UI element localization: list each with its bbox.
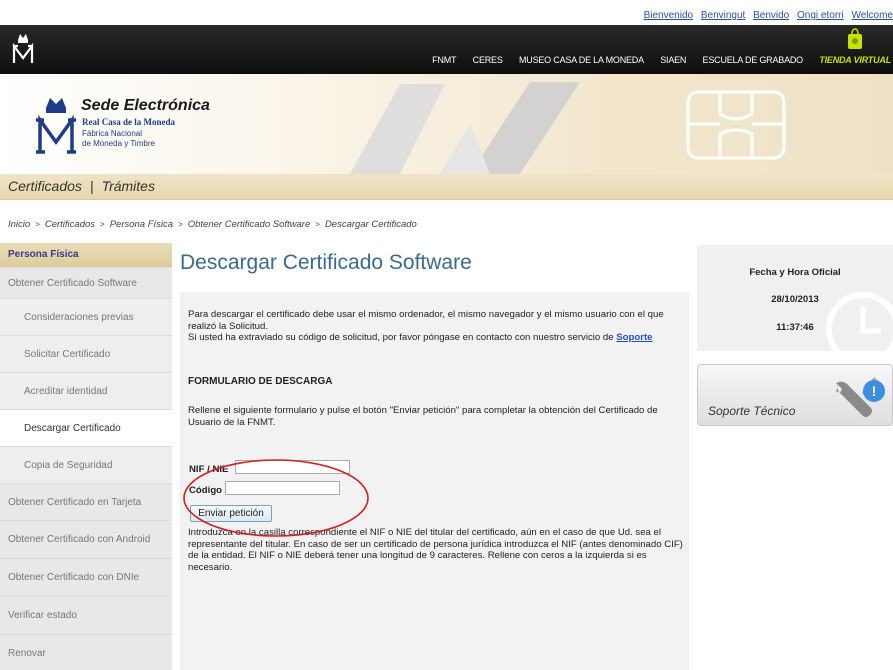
section-tramites[interactable]: Trámites — [102, 178, 155, 194]
language-bar: Bienvenido Benvingut Benvido Ongi etorri… — [639, 10, 893, 21]
nav-tienda-virtual[interactable]: TIENDA VIRTUAL — [819, 55, 891, 65]
breadcrumb-arrow-icon: > — [178, 220, 183, 229]
svg-text:!: ! — [872, 383, 877, 399]
breadcrumb-persona-fisica[interactable]: Persona Física — [110, 219, 173, 230]
code-label: Código — [189, 485, 223, 496]
nav-museo[interactable]: MUSEO CASA DE LA MONEDA — [519, 55, 644, 65]
sidebar-item-tarjeta[interactable]: Obtener Certificado en Tarjeta — [0, 483, 172, 520]
lang-eu[interactable]: Ongi etorri — [797, 10, 844, 21]
top-navigation-bar: FNMT CERES MUSEO CASA DE LA MONEDA SIAEN… — [0, 25, 893, 74]
sidebar-item-verificar[interactable]: Verificar estado — [0, 596, 172, 634]
official-time: 11:37:46 — [776, 322, 814, 333]
nav-escuela[interactable]: ESCUELA DE GRABADO — [703, 55, 804, 65]
intro-text: Para descargar el certificado debe usar … — [188, 309, 678, 344]
sidebar-item-obtener-software[interactable]: Obtener Certificado Software — [0, 267, 172, 298]
support-button[interactable]: Soporte Técnico ! — [697, 364, 893, 426]
support-link[interactable]: Soporte — [616, 332, 652, 343]
sidebar-item-dnie[interactable]: Obtener Certificado con DNIe — [0, 558, 172, 596]
nif-label: NIF / NIE — [189, 464, 229, 475]
official-date-box: Fecha y Hora Oficial 28/10/2013 11:37:46 — [697, 245, 893, 351]
page-title: Descargar Certificado Software — [180, 251, 472, 274]
sidebar-item-solicitar[interactable]: Solicitar Certificado — [0, 335, 172, 372]
banner-sub-2: de Moneda y Timbre — [82, 139, 155, 148]
form-heading: FORMULARIO DE DESCARGA — [188, 376, 333, 387]
sidebar-item-consideraciones[interactable]: Consideraciones previas — [0, 298, 172, 335]
lang-gl[interactable]: Benvido — [753, 10, 789, 21]
sidebar-item-acreditar[interactable]: Acreditar identidad — [0, 372, 172, 409]
intro-text-1: Para descargar el certificado debe usar … — [188, 309, 664, 332]
wrench-support-icon: ! — [836, 377, 885, 417]
banner-title: Sede Electrónica — [81, 97, 210, 114]
form-instructions: Rellene el siguiente formulario y pulse … — [188, 405, 658, 428]
support-label: Soporte Técnico — [708, 404, 796, 418]
code-input[interactable] — [225, 481, 340, 495]
chip-card-icon — [350, 82, 786, 174]
top-nav-items: FNMT CERES MUSEO CASA DE LA MONEDA SIAEN… — [425, 55, 893, 65]
sidebar: Persona Física Obtener Certificado Softw… — [0, 243, 172, 670]
section-certificados[interactable]: Certificados — [8, 178, 82, 194]
submit-button[interactable]: Enviar petición — [190, 505, 272, 522]
nif-input[interactable] — [235, 460, 350, 474]
nav-fnmt[interactable]: FNMT — [432, 55, 456, 65]
breadcrumb-obtener-software[interactable]: Obtener Certificado Software — [188, 219, 311, 230]
banner-sub-1: Fábrica Nacional — [82, 129, 143, 138]
lang-en[interactable]: Welcome — [852, 10, 893, 21]
breadcrumb: Inicio > Certificados > Persona Física > Obten… — [8, 219, 417, 230]
sidebar-item-android[interactable]: Obtener Certificado con Android — [0, 520, 172, 558]
nav-ceres[interactable]: CERES — [473, 55, 503, 65]
help-text: Introduzca en la casilla correspondiente… — [188, 527, 683, 573]
sidebar-item-renovar[interactable]: Renovar — [0, 634, 172, 670]
section-separator: | — [89, 178, 94, 194]
breadcrumb-arrow-icon: > — [315, 220, 320, 229]
section-navigation: Certificados | Trámites — [0, 174, 893, 200]
crown-m-logo — [36, 98, 76, 154]
shopping-bag-icon[interactable] — [847, 28, 863, 50]
sidebar-item-copia[interactable]: Copia de Seguridad — [0, 446, 172, 483]
lang-es[interactable]: Bienvenido — [644, 10, 693, 21]
breadcrumb-certificados[interactable]: Certificados — [45, 219, 95, 230]
download-form-panel: Para descargar el certificado debe usar … — [180, 292, 689, 670]
breadcrumb-arrow-icon: > — [35, 220, 40, 229]
date-title: Fecha y Hora Oficial — [749, 267, 841, 278]
nav-siaen[interactable]: SIAEN — [660, 55, 686, 65]
lang-ca[interactable]: Benvingut — [701, 10, 745, 21]
crown-m-logo[interactable] — [12, 31, 34, 65]
breadcrumb-current: Descargar Certificado — [324, 219, 417, 230]
intro-text-2: Si usted ha extraviado su código de soli… — [188, 332, 617, 343]
breadcrumb-inicio[interactable]: Inicio — [8, 219, 30, 230]
sidebar-header[interactable]: Persona Física — [0, 243, 172, 267]
official-date: 28/10/2013 — [771, 294, 819, 305]
banner-org: Real Casa de la Moneda — [82, 117, 175, 127]
breadcrumb-arrow-icon: > — [100, 220, 105, 229]
sidebar-item-descargar[interactable]: Descargar Certificado — [0, 409, 172, 446]
